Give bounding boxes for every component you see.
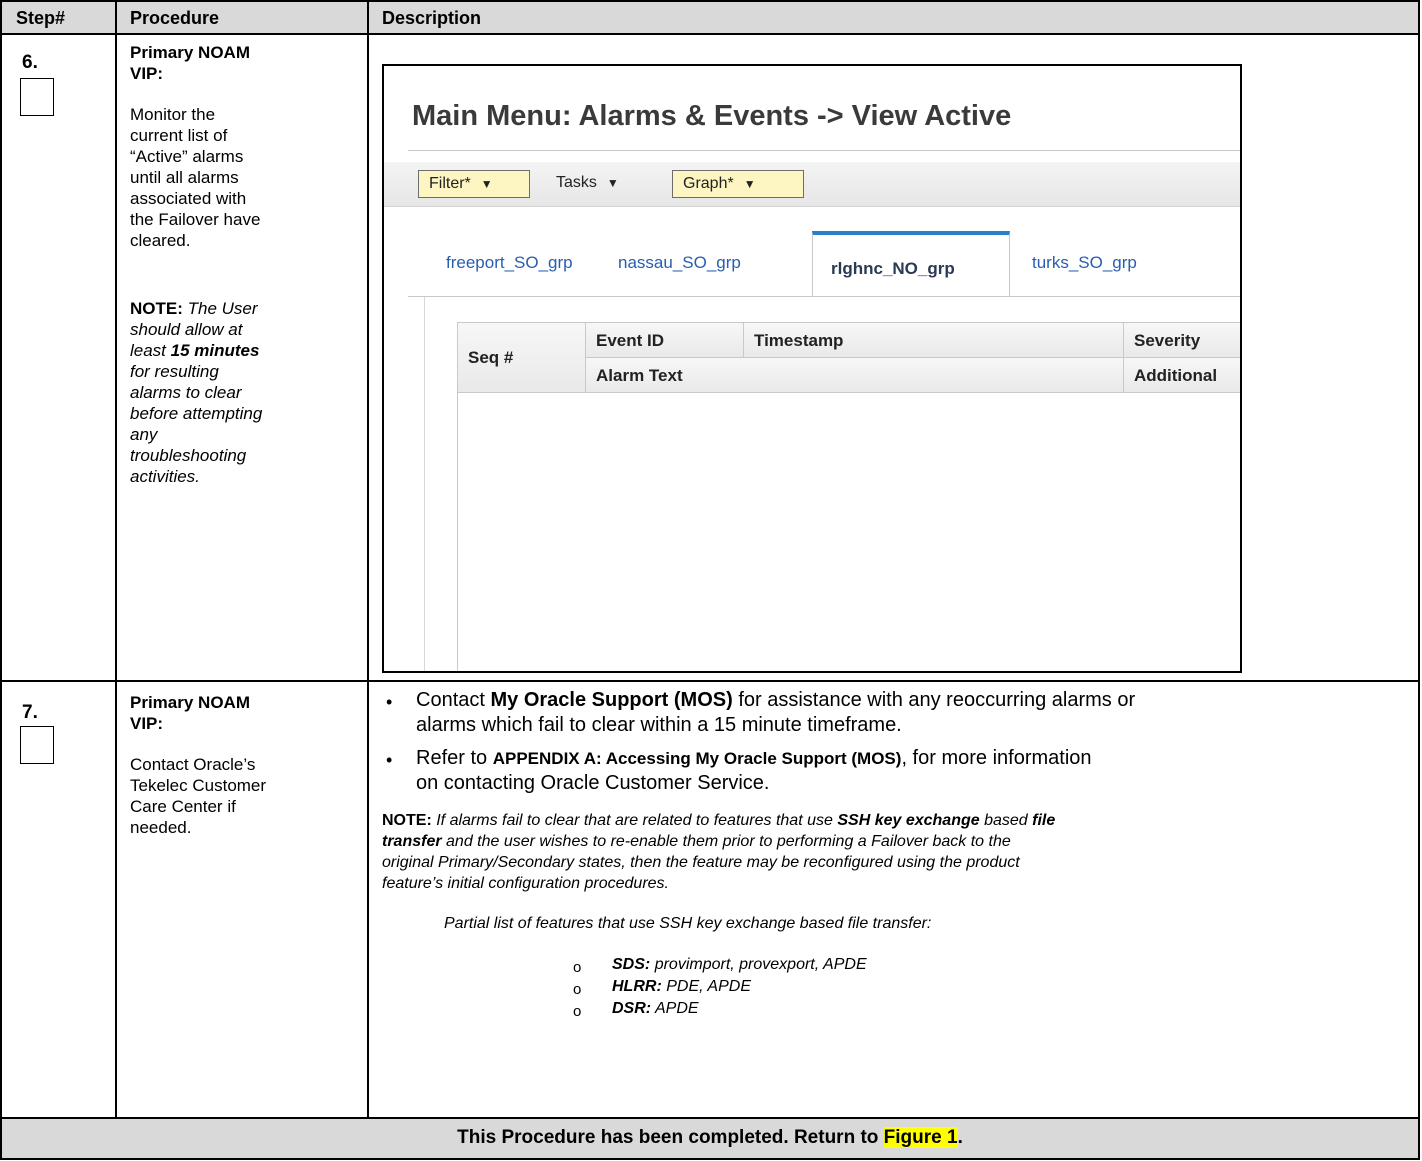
feature-hlrr: HLRR: PDE, APDE <box>612 978 751 995</box>
step-6-instruction: Monitor the current list of “Active” ala… <box>130 105 261 250</box>
step-7-note: NOTE: If alarms fail to clear that are r… <box>382 812 1056 892</box>
alarms-screenshot: Main Menu: Alarms & Events -> View Activ… <box>382 64 1242 673</box>
col-alarm-text[interactable]: Alarm Text <box>586 358 1124 393</box>
toolbar: Filter* ▼ Tasks ▼ Graph* ▼ <box>384 162 1240 207</box>
step-7-instruction: Contact Oracle’s Tekelec Customer Care C… <box>130 755 267 837</box>
col-additional[interactable]: Additional <box>1124 358 1240 393</box>
step-7-bullet-2: Refer to APPENDIX A: Accessing My Oracle… <box>416 747 1092 794</box>
alarm-table: Seq # Event ID Timestamp Severity Alarm … <box>457 322 1240 671</box>
step-7-checkbox[interactable] <box>20 726 54 764</box>
feature-dsr: DSR: APDE <box>612 1000 699 1017</box>
step-6-number: 6. <box>22 52 38 73</box>
chevron-down-icon: ▼ <box>606 176 619 190</box>
tab-bar: freeport_SO_grp nassau_SO_grp rlghnc_NO_… <box>408 231 1240 297</box>
step-7-location: Primary NOAM VIP: <box>130 693 250 733</box>
col-event-id[interactable]: Event ID <box>586 323 744 358</box>
tab-panel: Seq # Event ID Timestamp Severity Alarm … <box>424 297 1240 671</box>
tasks-button[interactable]: Tasks ▼ <box>546 170 656 198</box>
col-timestamp[interactable]: Timestamp <box>744 323 1124 358</box>
col-severity[interactable]: Severity <box>1124 323 1240 358</box>
step-6-checkbox[interactable] <box>20 78 54 116</box>
header-procedure: Procedure <box>130 8 220 28</box>
tab-rlghnc[interactable]: rlghnc_NO_grp <box>812 231 1010 297</box>
chevron-down-icon: ▼ <box>743 177 756 191</box>
bullet-icon: • <box>386 692 393 712</box>
step-7-number: 7. <box>22 702 38 723</box>
bullet-icon: o <box>573 959 582 976</box>
filter-button[interactable]: Filter* ▼ <box>418 170 530 198</box>
header-description: Description <box>382 8 482 28</box>
chevron-down-icon: ▼ <box>480 177 493 191</box>
page-title: Main Menu: Alarms & Events -> View Activ… <box>412 100 1012 132</box>
tab-nassau[interactable]: nassau_SO_grp <box>618 253 741 273</box>
bullet-icon: o <box>573 1003 582 1020</box>
step-6-procedure: Primary NOAM VIP: Monitor the current li… <box>130 42 360 487</box>
completion-message: This Procedure has been completed. Retur… <box>457 1127 963 1148</box>
procedure-table: Step# Procedure Description 6. Primary N… <box>0 0 1420 1160</box>
header-step: Step# <box>16 8 66 28</box>
bullet-icon: o <box>573 981 582 998</box>
col-seq[interactable]: Seq # <box>458 323 586 393</box>
bullet-icon: • <box>386 750 393 770</box>
figure-1-link[interactable]: Figure 1 <box>883 1127 958 1148</box>
partial-list-intro: Partial list of features that use SSH ke… <box>444 915 932 932</box>
graph-button[interactable]: Graph* ▼ <box>672 170 804 198</box>
step-6-location: Primary NOAM VIP: <box>130 43 250 83</box>
step-6-note: NOTE: The User should allow at least 15 … <box>130 299 263 486</box>
appendix-link[interactable]: APPENDIX A: Accessing My Oracle Support … <box>493 749 902 768</box>
tab-freeport[interactable]: freeport_SO_grp <box>446 253 573 273</box>
tab-turks[interactable]: turks_SO_grp <box>1032 253 1137 273</box>
step-7-procedure: Primary NOAM VIP: Contact Oracle’s Tekel… <box>130 692 360 838</box>
step-7-bullet-1: Contact My Oracle Support (MOS) for assi… <box>416 689 1136 736</box>
feature-sds: SDS: provimport, provexport, APDE <box>612 956 867 973</box>
